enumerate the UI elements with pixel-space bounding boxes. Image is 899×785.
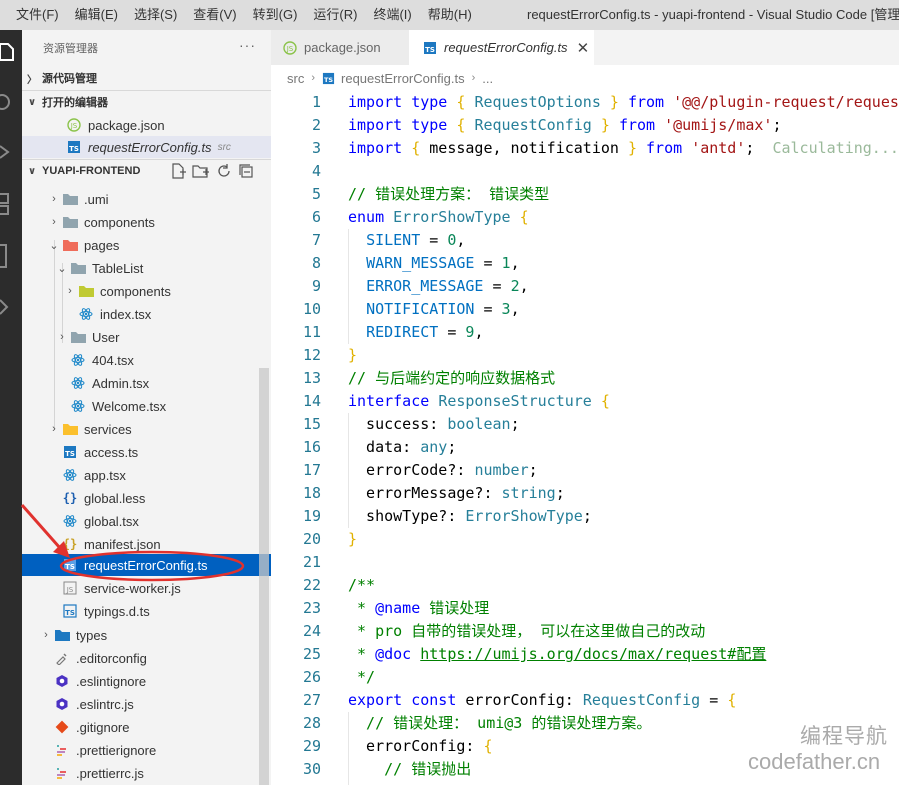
highlight-circle — [59, 550, 245, 582]
annotation-overlay — [20, 504, 245, 582]
watermark-title: 编程导航 — [800, 725, 888, 748]
watermark-url: codefather.cn — [748, 749, 881, 774]
annotation-arrow — [20, 504, 62, 549]
